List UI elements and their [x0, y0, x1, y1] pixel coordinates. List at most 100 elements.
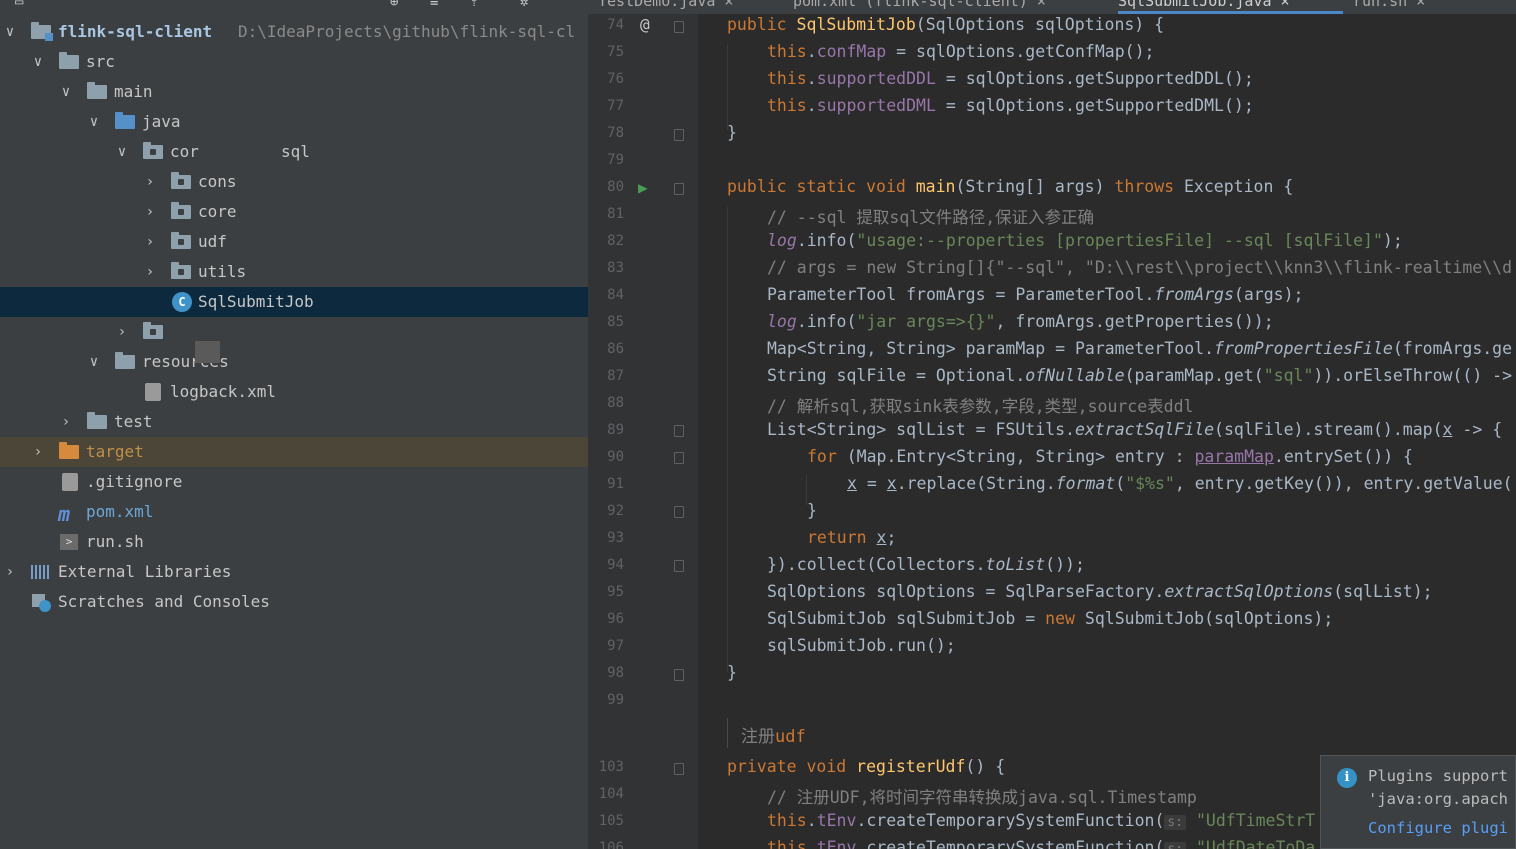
line-number: 98	[607, 665, 624, 681]
fold-marker-icon[interactable]	[674, 763, 684, 775]
module-folder-icon	[31, 22, 53, 41]
project-tree-panel: ▭ ⊕ ≡ ⇡ ✲ ∨ flink-sql-client D:\IdeaProj…	[0, 0, 588, 849]
folder-icon	[59, 52, 79, 69]
package-icon	[171, 172, 191, 189]
gear-icon[interactable]: ✲	[520, 0, 528, 10]
line-number: 104	[598, 786, 624, 802]
chevron-right-icon[interactable]: ›	[30, 437, 46, 467]
run-icon[interactable]: ▶	[638, 178, 648, 197]
tree-item-core[interactable]: › core	[0, 197, 588, 227]
line-number: 103	[598, 759, 624, 775]
tree-item-udf[interactable]: › udf	[0, 227, 588, 257]
line-number: 83	[607, 260, 624, 276]
code-line-89: List<String> sqlList = FSUtils.extractSq…	[767, 420, 1503, 439]
tree-item-project-root[interactable]: ∨ flink-sql-client D:\IdeaProjects\githu…	[0, 17, 588, 47]
tree-item-logback[interactable]: logback.xml	[0, 377, 588, 407]
fold-marker-icon[interactable]	[674, 560, 684, 572]
tree-item-test[interactable]: › test	[0, 407, 588, 437]
collapse-icon[interactable]: ≡	[430, 0, 438, 10]
fold-marker-icon[interactable]	[674, 452, 684, 464]
line-number: 91	[607, 476, 624, 492]
code-line-96: SqlSubmitJob sqlSubmitJob = new SqlSubmi…	[767, 609, 1334, 628]
tree-item-resources[interactable]: ∨ resources	[0, 347, 588, 377]
chevron-right-icon[interactable]: ›	[114, 317, 130, 347]
tree-item-label: logback.xml	[170, 382, 276, 401]
tree-item-package-root[interactable]: ∨ cor sql	[0, 137, 588, 167]
project-path: D:\IdeaProjects\github\flink-sql-cl	[238, 22, 576, 41]
project-view-icon[interactable]: ▭	[15, 0, 23, 10]
code-line-93: return x;	[807, 528, 897, 547]
tree-item-main[interactable]: ∨ main	[0, 77, 588, 107]
tree-item-label: main	[114, 82, 153, 101]
tree-item-cons[interactable]: › cons	[0, 167, 588, 197]
tab-run-sh[interactable]: run.sh ×	[1353, 0, 1425, 10]
line-number: 84	[607, 287, 624, 303]
tree-item-package-collapsed[interactable]: ›	[0, 317, 588, 347]
tab-testdemo[interactable]: TestDemo.java ×	[598, 0, 733, 10]
fold-marker-icon[interactable]	[674, 21, 684, 33]
chevron-down-icon[interactable]: ∨	[30, 47, 46, 77]
chevron-right-icon[interactable]: ›	[2, 557, 18, 587]
code-line-88: // 解析sql,获取sink表参数,字段,类型,source表ddl	[767, 397, 1194, 416]
chevron-right-icon[interactable]: ›	[58, 407, 74, 437]
code-line-76: this.supportedDDL = sqlOptions.getSuppor…	[767, 69, 1254, 88]
tree-item-label: test	[114, 412, 153, 431]
chevron-right-icon[interactable]: ›	[142, 257, 158, 287]
fold-marker-icon[interactable]	[674, 183, 684, 195]
chevron-down-icon[interactable]: ∨	[86, 107, 102, 137]
source-folder-icon	[115, 112, 135, 129]
fold-marker-icon[interactable]	[674, 506, 684, 518]
tree-item-gitignore[interactable]: .gitignore	[0, 467, 588, 497]
editor-tab-bar: TestDemo.java × pom.xml (flink-sql-clien…	[588, 0, 1516, 14]
tree-item-target[interactable]: › target	[0, 437, 588, 467]
fold-marker-icon[interactable]	[674, 129, 684, 141]
fold-marker-icon[interactable]	[674, 669, 684, 681]
code-line-74: public SqlSubmitJob(SqlOptions sqlOption…	[727, 15, 1165, 34]
code-line-90: for (Map.Entry<String, String> entry : p…	[807, 447, 1413, 466]
tree-item-label: src	[86, 52, 115, 71]
tree-item-java[interactable]: ∨ java	[0, 107, 588, 137]
code-line-98: }	[727, 663, 737, 682]
target-icon[interactable]: ⊕	[390, 0, 398, 10]
code-line-95: SqlOptions sqlOptions = SqlParseFactory.…	[767, 582, 1433, 601]
tree-item-pom[interactable]: m pom.xml	[0, 497, 588, 527]
tree-item-utils[interactable]: › utils	[0, 257, 588, 287]
chevron-right-icon[interactable]: ›	[142, 227, 158, 257]
tab-sqlsubmitjob[interactable]: SqlSubmitJob.java ×	[1118, 0, 1290, 10]
expand-icon[interactable]: ⇡	[470, 0, 478, 10]
chevron-down-icon[interactable]: ∨	[86, 347, 102, 377]
configure-plugins-link[interactable]: Configure plugi	[1368, 819, 1508, 837]
tree-item-external-libraries[interactable]: › External Libraries	[0, 557, 588, 587]
fold-marker-icon[interactable]	[674, 425, 684, 437]
tree-item-src[interactable]: ∨ src	[0, 47, 588, 77]
indent-guide	[727, 45, 728, 130]
code-line-75: this.confMap = sqlOptions.getConfMap();	[767, 42, 1155, 61]
code-line-104: // 注册UDF,将时间字符串转换成java.sql.Timestamp	[767, 788, 1197, 807]
excluded-folder-icon	[59, 442, 79, 459]
plugins-notification[interactable]: i Plugins support 'java:org.apach Config…	[1320, 755, 1516, 849]
tree-item-run-sh[interactable]: > run.sh	[0, 527, 588, 557]
tree-item-label: run.sh	[86, 532, 144, 551]
line-number: 77	[607, 98, 624, 114]
tree-item-label: .gitignore	[86, 472, 183, 491]
tab-pom[interactable]: pom.xml (flink-sql-client) ×	[793, 0, 1046, 10]
tree-item-scratches[interactable]: Scratches and Consoles	[0, 587, 588, 617]
chevron-down-icon[interactable]: ∨	[58, 77, 74, 107]
chevron-down-icon[interactable]: ∨	[2, 17, 18, 47]
resources-folder-icon	[115, 352, 135, 369]
line-number: 90	[607, 449, 624, 465]
chevron-right-icon[interactable]: ›	[142, 167, 158, 197]
chevron-down-icon[interactable]: ∨	[114, 137, 130, 167]
line-number: 106	[598, 840, 624, 849]
override-at-icon[interactable]: @	[640, 15, 650, 34]
project-toolbar: ▭ ⊕ ≡ ⇡ ✲	[0, 0, 588, 14]
line-number: 88	[607, 395, 624, 411]
gitignore-file-icon	[62, 473, 78, 491]
code-line-78: }	[727, 123, 737, 142]
java-class-icon: C	[172, 292, 192, 312]
indent-guide	[727, 207, 728, 672]
tree-item-sqlsubmitjob[interactable]: C SqlSubmitJob	[0, 287, 588, 317]
line-number: 89	[607, 422, 624, 438]
chevron-right-icon[interactable]: ›	[142, 197, 158, 227]
line-number: 82	[607, 233, 624, 249]
